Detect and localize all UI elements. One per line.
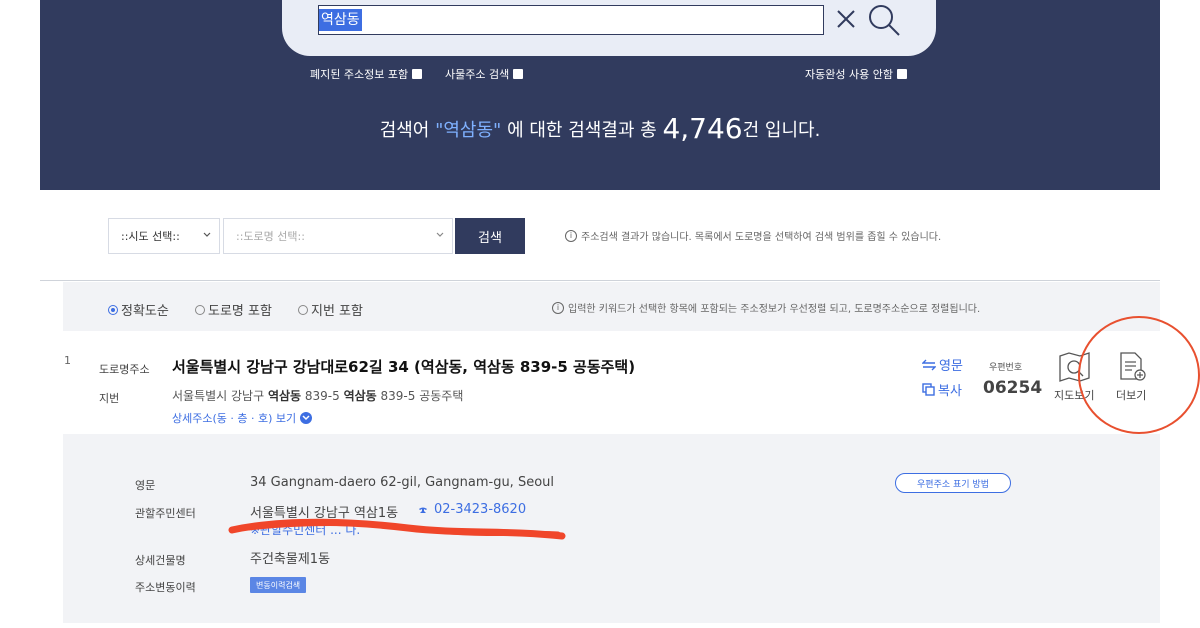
sort-option-jibun[interactable]: 지번 포함 (298, 300, 363, 319)
jibun-address: 서울특별시 강남구 역삼동 839-5 역삼동 839-5 공동주택 (172, 387, 463, 404)
option-autocomplete-off-label: 자동완성 사용 안함 (805, 68, 893, 81)
redaction-scribble (228, 518, 566, 540)
summary-prefix: 검색어 (379, 120, 436, 141)
summary-suffix: 건 입니다. (742, 120, 821, 141)
sort-option-label: 지번 포함 (311, 304, 363, 319)
filter-search-button[interactable]: 검색 (455, 218, 525, 254)
jibun-label: 지번 (99, 392, 120, 405)
option-closed-address[interactable]: 폐지된 주소정보 포함 (310, 66, 423, 82)
detail-english-label: 영문 (135, 479, 156, 492)
zip-guide-button[interactable]: 우편주소 표기 방법 (895, 473, 1011, 493)
detail-center-label: 관할주민센터 (135, 507, 196, 520)
jibun-keyword: 역삼동 (343, 389, 377, 403)
sort-option-accuracy[interactable]: 정확도순 (108, 300, 169, 319)
copy-link[interactable]: 복사 (922, 380, 962, 399)
radio-icon (298, 304, 308, 315)
chevron-down-icon (300, 412, 313, 424)
copy-link-text: 복사 (938, 384, 962, 399)
sido-select[interactable]: ::시도 선택:: (108, 218, 220, 254)
option-thing-address-label: 사물주소 검색 (445, 68, 510, 81)
road-address: 서울특별시 강남구 강남대로62길 34 (역삼동, 역삼동 839-5 공동주… (172, 358, 636, 376)
detail-history-label: 주소변동이력 (135, 581, 196, 594)
filter-hint-text: 주소검색 결과가 많습니다. 목록에서 도로명을 선택하여 검색 범위를 좁힐 … (581, 232, 942, 243)
divider (40, 280, 1160, 281)
chevron-down-icon (436, 232, 444, 237)
jibun-part: 839-5 공동주택 (376, 389, 464, 403)
info-icon: i (565, 229, 577, 242)
search-icon[interactable] (866, 2, 902, 38)
jibun-part: 839-5 (301, 389, 344, 403)
annotation-circle (1078, 316, 1200, 434)
road-select-value: ::도로명 선택:: (236, 230, 305, 243)
sort-option-road[interactable]: 도로명 포함 (195, 300, 272, 319)
jibun-part: 서울특별시 강남구 (172, 389, 268, 403)
detail-building-value: 주건축물제1동 (250, 552, 331, 567)
detail-building-label: 상세건물명 (135, 554, 186, 567)
detail-address-link[interactable]: 상세주소(동 · 층 · 호) 보기 (172, 410, 313, 426)
option-autocomplete-off[interactable]: 자동완성 사용 안함 (805, 66, 907, 82)
info-icon: i (552, 301, 564, 314)
sort-hint: i 입력한 키워드가 선택한 항목에 포함되는 주소정보가 우선정렬 되고, 도… (552, 300, 980, 315)
sort-hint-text: 입력한 키워드가 선택한 항목에 포함되는 주소정보가 우선정렬 되고, 도로명… (568, 304, 981, 315)
swap-icon (922, 359, 936, 370)
autocomplete-checkbox[interactable] (896, 69, 907, 79)
summary-keyword: "역삼동" (435, 120, 502, 141)
result-index: 1 (64, 354, 71, 367)
zip-code: 06254 (983, 378, 1043, 398)
result-summary: 검색어 "역삼동" 에 대한 검색결과 총 4,746건 입니다. (0, 110, 1200, 145)
road-address-label: 도로명주소 (99, 363, 150, 376)
radio-icon (195, 304, 205, 315)
road-select[interactable]: ::도로명 선택:: (223, 218, 453, 254)
sido-select-value: ::시도 선택:: (121, 230, 180, 243)
jibun-keyword: 역삼동 (267, 389, 302, 403)
result-count: 4,746 (662, 112, 743, 145)
english-link-text: 영문 (939, 359, 963, 374)
copy-icon (922, 383, 935, 396)
option-closed-address-label: 폐지된 주소정보 포함 (310, 68, 409, 81)
history-search-button[interactable]: 변동이력검색 (250, 577, 307, 593)
search-query-text: 역삼동 (319, 9, 362, 31)
summary-middle: 에 대한 검색결과 총 (501, 120, 663, 141)
chevron-down-icon (203, 232, 211, 237)
closed-address-checkbox[interactable] (412, 69, 423, 79)
detail-english-value: 34 Gangnam-daero 62-gil, Gangnam-gu, Seo… (250, 475, 555, 490)
clear-icon[interactable] (832, 4, 862, 34)
search-input[interactable]: 역삼동 (318, 5, 824, 35)
detail-link-text: 상세주소(동 · 층 · 호) 보기 (172, 412, 297, 425)
option-thing-address[interactable]: 사물주소 검색 (445, 66, 524, 82)
zip-label: 우편번호 (989, 363, 1023, 373)
radio-selected-icon (108, 304, 118, 315)
filter-hint: i 주소검색 결과가 많습니다. 목록에서 도로명을 선택하여 검색 범위를 좁… (565, 228, 941, 243)
thing-address-checkbox[interactable] (513, 69, 524, 79)
english-link[interactable]: 영문 (922, 355, 963, 374)
sort-option-label: 정확도순 (121, 304, 169, 319)
sort-option-label: 도로명 포함 (208, 304, 272, 319)
